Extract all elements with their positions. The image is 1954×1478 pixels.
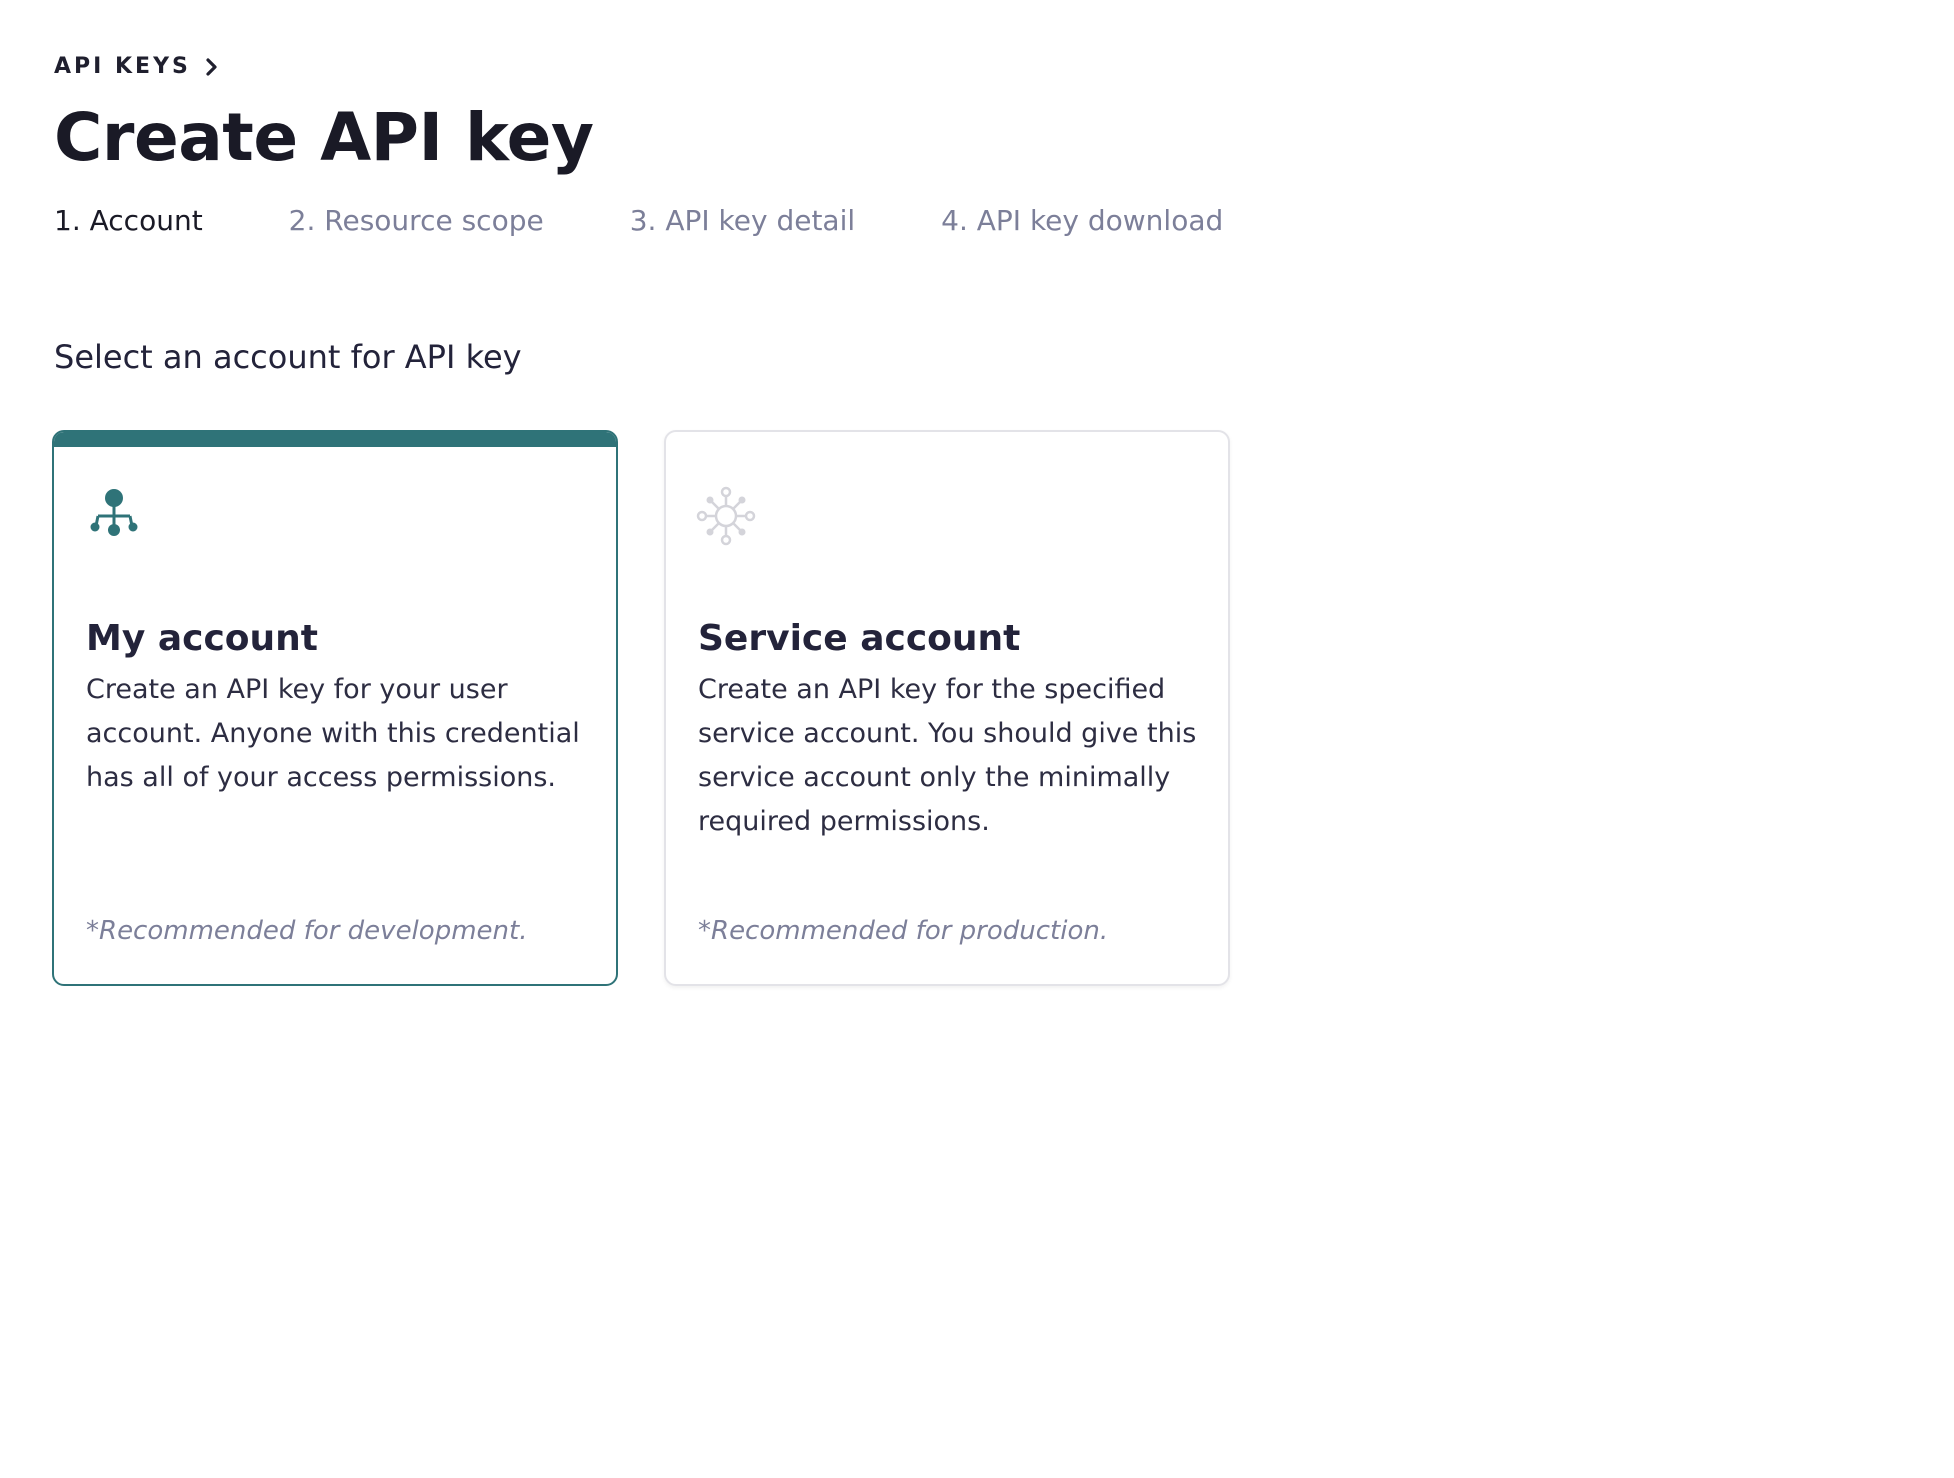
selected-indicator-bar — [54, 432, 616, 447]
hierarchy-icon — [90, 489, 138, 536]
card-recommendation: *Recommended for production. — [698, 916, 1109, 946]
step-api-key-download[interactable]: 4. API key download — [941, 204, 1223, 237]
step-account[interactable]: 1. Account — [54, 204, 203, 237]
card-title: Service account — [698, 618, 1021, 659]
card-title: My account — [86, 618, 318, 659]
service-account-card[interactable]: Service account Create an API key for th… — [664, 430, 1230, 986]
page: API KEYS Create API key 1. Account 2. Re… — [52, 0, 1954, 1478]
wizard-steps: 1. Account 2. Resource scope 3. API key … — [54, 204, 1223, 237]
breadcrumb-label[interactable]: API KEYS — [54, 54, 191, 79]
card-description: Create an API key for your user account.… — [86, 674, 580, 793]
card-recommendation: *Recommended for development. — [86, 916, 528, 946]
step-resource-scope[interactable]: 2. Resource scope — [289, 204, 544, 237]
my-account-card[interactable]: My account Create an API key for your us… — [52, 430, 618, 986]
card-description: Create an API key for the specified serv… — [698, 674, 1197, 837]
step-api-key-detail[interactable]: 3. API key detail — [630, 204, 855, 237]
section-title: Select an account for API key — [54, 338, 522, 376]
page-title: Create API key — [54, 99, 594, 176]
chevron-right-icon — [206, 57, 217, 76]
breadcrumb[interactable]: API KEYS — [54, 54, 221, 79]
network-hub-icon — [696, 486, 756, 546]
